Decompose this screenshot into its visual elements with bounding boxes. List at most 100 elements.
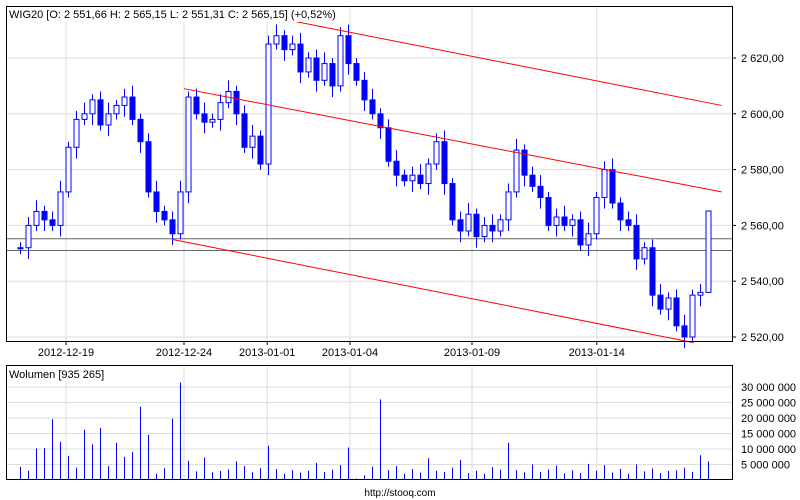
candle-down xyxy=(457,219,464,232)
candle-up xyxy=(121,96,128,106)
candle-down xyxy=(385,127,392,162)
candle-down xyxy=(313,57,320,81)
candle-down xyxy=(161,210,168,221)
candle-up xyxy=(265,43,272,165)
candles xyxy=(17,24,712,349)
candle-down xyxy=(625,219,632,226)
date-tick-label: 2013-01-09 xyxy=(444,347,500,359)
volume-chart-title: Wolumen [935 265] xyxy=(9,369,104,381)
candle-down xyxy=(393,160,400,176)
candle-down xyxy=(297,43,304,73)
candle-up xyxy=(177,191,184,235)
price-tick-label: 2 600,00 xyxy=(741,109,784,121)
candle-down xyxy=(681,325,688,338)
candle-down xyxy=(417,174,424,185)
candle-down xyxy=(241,113,248,148)
stock-chart: WIG20 [O: 2 551,66 H: 2 565,15 L: 2 551,… xyxy=(6,6,796,499)
candle-down xyxy=(169,219,176,235)
price-axis: 2 520,00 2 540,00 2 560,00 2 580,00 2 600,00… xyxy=(732,53,784,344)
candle-up xyxy=(425,163,432,185)
candle-down xyxy=(49,219,56,226)
candle-up xyxy=(465,213,472,232)
candle-down xyxy=(489,224,496,232)
candle-down xyxy=(329,63,336,87)
volume-tick-label: 20 000 000 xyxy=(741,413,796,425)
candle-down xyxy=(41,210,48,221)
price-chart-title: WIG20 [O: 2 551,66 H: 2 565,15 L: 2 551,… xyxy=(9,9,336,21)
candle-down xyxy=(561,216,568,226)
candle-up xyxy=(273,35,280,45)
date-tick-label: 2013-01-14 xyxy=(569,347,625,359)
candle-down xyxy=(201,113,208,123)
price-tick-label: 2 520,00 xyxy=(741,332,784,344)
candle-up xyxy=(289,43,296,51)
volume-tick-label: 10 000 000 xyxy=(741,444,796,456)
date-tick-label: 2013-01-04 xyxy=(322,347,378,359)
volume-tick-label: 5 000 000 xyxy=(741,460,790,472)
candle-up xyxy=(505,191,512,221)
candle-up xyxy=(25,224,32,249)
candle-up xyxy=(337,35,344,87)
source-url[interactable]: http://stooq.com xyxy=(364,488,435,499)
candle-down xyxy=(673,297,680,327)
price-tick-label: 2 580,00 xyxy=(741,165,784,177)
candle-down xyxy=(577,219,584,246)
candle-up xyxy=(689,294,696,338)
candle-up xyxy=(601,169,608,199)
horizontal-levels xyxy=(7,238,732,252)
trend-channel-line xyxy=(171,238,694,344)
trend-channel-line xyxy=(267,15,722,106)
candle-up xyxy=(185,96,192,193)
candle-up xyxy=(17,247,24,250)
price-tick-label: 2 560,00 xyxy=(741,220,784,232)
volume-tick-label: 25 000 000 xyxy=(741,398,796,410)
candle-down xyxy=(609,169,616,204)
candle-down xyxy=(657,294,664,310)
candle-down xyxy=(537,185,544,198)
date-tick-label: 2013-01-01 xyxy=(239,347,295,359)
candle-down xyxy=(369,99,376,115)
volume-tick-label: 15 000 000 xyxy=(741,429,796,441)
candle-down xyxy=(633,224,640,260)
candle-up xyxy=(433,141,440,165)
volume-axis: 5 000 000 10 000 000 15 000 000 20 000 000 2… xyxy=(741,382,796,472)
candle-up xyxy=(73,118,80,148)
candle-up xyxy=(113,104,120,115)
candle-down xyxy=(401,174,408,182)
candle-up xyxy=(641,247,648,260)
candle-up xyxy=(697,291,704,296)
candle-up xyxy=(321,63,328,81)
candle-down xyxy=(153,191,160,212)
candle-down xyxy=(529,174,536,187)
candle-up xyxy=(81,113,88,120)
candle-down xyxy=(473,213,480,238)
candle-up xyxy=(497,219,504,232)
date-tick-label: 2012-12-19 xyxy=(38,347,94,359)
candle-down xyxy=(353,63,360,81)
candle-down xyxy=(281,35,288,51)
candle-up xyxy=(57,191,64,226)
candle-down xyxy=(617,202,624,221)
candle-up xyxy=(481,224,488,238)
candle-down xyxy=(233,90,240,115)
candle-down xyxy=(129,96,136,120)
trend-channel-line xyxy=(183,88,722,193)
candle-down xyxy=(441,141,448,185)
candle-up xyxy=(705,210,712,293)
candle-down xyxy=(257,135,264,165)
candle-down xyxy=(137,118,144,143)
candle-up xyxy=(569,219,576,226)
candle-up xyxy=(105,113,112,126)
candle-up xyxy=(209,118,216,123)
candle-up xyxy=(217,102,224,120)
volume-panel-frame xyxy=(6,365,733,480)
candle-down xyxy=(193,96,200,115)
candle-up xyxy=(249,135,256,148)
candle-down xyxy=(545,197,552,226)
candle-down xyxy=(361,79,368,101)
candle-down xyxy=(649,247,656,296)
candle-down xyxy=(345,35,352,65)
candle-down xyxy=(145,141,152,193)
candle-up xyxy=(513,149,520,193)
price-tick-label: 2 540,00 xyxy=(741,276,784,288)
